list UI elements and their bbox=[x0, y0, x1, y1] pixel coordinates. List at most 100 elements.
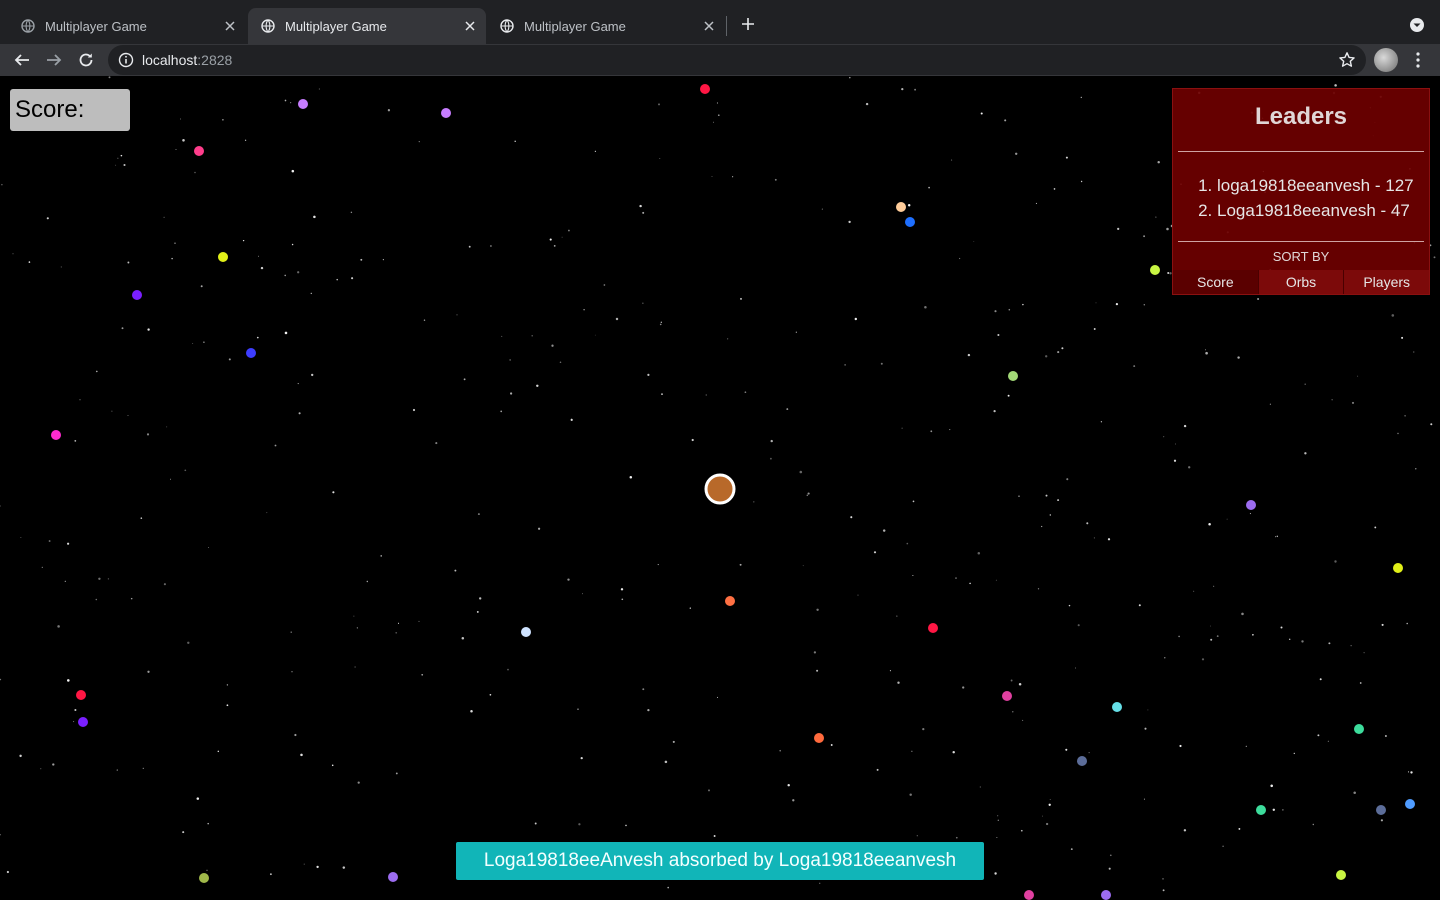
star-speck bbox=[217, 750, 220, 753]
star-speck bbox=[1351, 401, 1355, 404]
sort-players-button[interactable]: Players bbox=[1344, 270, 1430, 294]
star-speck bbox=[479, 597, 482, 600]
star-speck bbox=[1334, 560, 1337, 563]
star-speck bbox=[1157, 160, 1160, 164]
star-speck bbox=[844, 364, 846, 366]
orb bbox=[725, 596, 735, 606]
star-speck bbox=[1391, 314, 1395, 317]
back-button[interactable] bbox=[10, 48, 34, 72]
orb bbox=[51, 430, 61, 440]
star-speck bbox=[1288, 638, 1291, 641]
profile-avatar[interactable] bbox=[1374, 48, 1398, 72]
address-bar[interactable]: localhost:2828 bbox=[108, 45, 1366, 75]
browser-menu-button[interactable] bbox=[1408, 48, 1428, 72]
new-tab-button[interactable] bbox=[736, 12, 760, 36]
star-speck bbox=[291, 169, 295, 173]
star-speck bbox=[1205, 351, 1208, 355]
star-speck bbox=[876, 768, 879, 771]
star-speck bbox=[1093, 537, 1095, 539]
star-speck bbox=[226, 684, 229, 686]
star-speck bbox=[1317, 734, 1320, 737]
star-speck bbox=[1327, 740, 1329, 742]
star-speck bbox=[657, 564, 659, 566]
sort-orbs-button[interactable]: Orbs bbox=[1258, 270, 1345, 294]
reload-button[interactable] bbox=[74, 48, 98, 72]
star-speck bbox=[848, 220, 851, 224]
star-speck bbox=[880, 362, 883, 365]
close-icon[interactable] bbox=[462, 18, 478, 34]
star-speck bbox=[1193, 590, 1195, 592]
tab-2[interactable]: Multiplayer Game bbox=[248, 8, 486, 44]
star-speck bbox=[603, 284, 606, 286]
star-speck bbox=[1319, 678, 1322, 681]
star-speck bbox=[98, 577, 101, 580]
star-speck bbox=[316, 865, 319, 869]
star-speck bbox=[130, 597, 133, 600]
star-speck bbox=[244, 139, 247, 141]
forward-button[interactable] bbox=[42, 48, 66, 72]
reload-icon bbox=[79, 53, 93, 67]
star-speck bbox=[1293, 752, 1296, 755]
star-speck bbox=[1008, 308, 1011, 311]
star-speck bbox=[0, 505, 1, 507]
star-speck bbox=[559, 361, 562, 363]
star-speck bbox=[1162, 889, 1165, 892]
star-speck bbox=[1381, 623, 1384, 626]
star-speck bbox=[79, 399, 81, 401]
star-speck bbox=[0, 834, 1, 836]
orb bbox=[78, 717, 88, 727]
star-speck bbox=[753, 501, 755, 503]
orb bbox=[814, 733, 824, 743]
star-speck bbox=[12, 253, 14, 255]
star-speck bbox=[1380, 819, 1383, 822]
star-speck bbox=[819, 882, 821, 884]
star-speck bbox=[257, 255, 260, 257]
star-speck bbox=[226, 704, 229, 707]
star-speck bbox=[647, 708, 650, 712]
info-icon[interactable] bbox=[118, 52, 134, 68]
star-speck bbox=[1188, 466, 1191, 469]
star-speck bbox=[1304, 383, 1306, 386]
star-speck bbox=[930, 430, 933, 433]
tab-divider bbox=[726, 16, 727, 36]
star-speck bbox=[1183, 829, 1187, 832]
orb bbox=[246, 348, 256, 358]
sort-by-label: SORT BY bbox=[1272, 249, 1330, 264]
star-speck bbox=[967, 353, 971, 357]
star-speck bbox=[615, 317, 619, 321]
star-speck bbox=[1272, 808, 1276, 811]
star-speck bbox=[578, 823, 581, 826]
star-speck bbox=[194, 171, 196, 174]
star-speck bbox=[1274, 536, 1277, 538]
star-speck bbox=[1163, 436, 1165, 438]
star-speck bbox=[1077, 624, 1080, 627]
tab-3[interactable]: Multiplayer Game bbox=[487, 8, 725, 44]
game-canvas[interactable]: Score: Leaders loga19818eeanvesh - 127 L… bbox=[0, 76, 1440, 900]
star-speck bbox=[1115, 302, 1119, 306]
star-speck bbox=[980, 112, 983, 115]
star-speck bbox=[489, 693, 492, 696]
star-speck bbox=[509, 392, 513, 395]
star-speck bbox=[577, 708, 579, 710]
star-speck bbox=[228, 358, 231, 361]
orb bbox=[1002, 691, 1012, 701]
star-speck bbox=[19, 754, 22, 758]
star-speck bbox=[1270, 784, 1273, 788]
star-speck bbox=[707, 789, 711, 792]
sort-score-button[interactable]: Score bbox=[1173, 270, 1259, 294]
star-speck bbox=[567, 229, 570, 232]
star-speck bbox=[795, 331, 797, 333]
star-speck bbox=[1374, 526, 1377, 529]
star-speck bbox=[1213, 585, 1215, 587]
star-speck bbox=[1353, 791, 1356, 794]
tab-search-button[interactable] bbox=[1406, 14, 1428, 36]
star-speck bbox=[907, 203, 911, 207]
tab-1[interactable]: Multiplayer Game bbox=[8, 8, 246, 44]
star-speck bbox=[353, 615, 355, 617]
star-speck bbox=[1222, 845, 1224, 847]
star-speck bbox=[1167, 272, 1170, 274]
star-speck bbox=[382, 259, 384, 261]
close-icon[interactable] bbox=[701, 18, 717, 34]
bookmark-star-icon[interactable] bbox=[1338, 51, 1356, 69]
close-icon[interactable] bbox=[222, 18, 238, 34]
